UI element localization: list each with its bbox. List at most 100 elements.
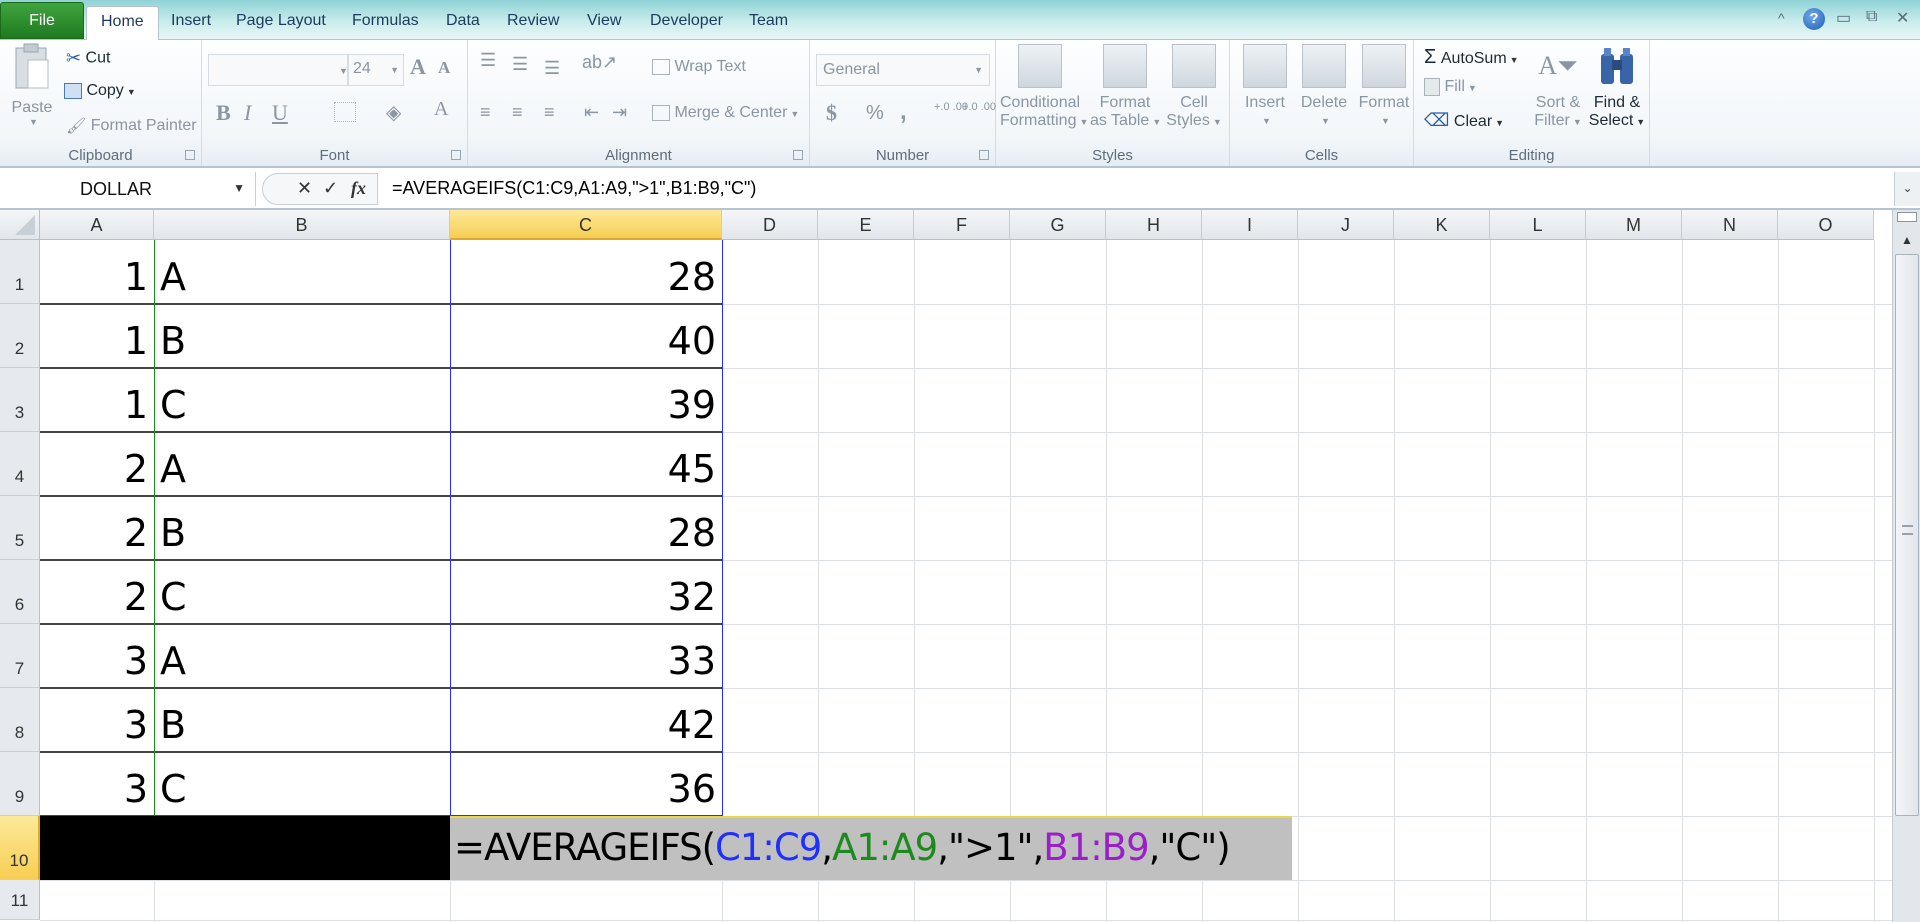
- sort-filter-button[interactable]: A⏷ Sort & Filter ▼: [1530, 44, 1586, 131]
- font-name-input[interactable]: [208, 54, 348, 86]
- delete-cells-button[interactable]: Delete ▼: [1296, 44, 1352, 130]
- scroll-thumb[interactable]: [1895, 254, 1919, 816]
- fill-button[interactable]: Fill ▼: [1424, 78, 1477, 96]
- clipboard-launcher-icon[interactable]: [185, 150, 195, 160]
- underline-button[interactable]: U: [272, 100, 288, 126]
- column-header-j[interactable]: J: [1298, 210, 1394, 240]
- number-format-dropdown[interactable]: General ▼: [816, 54, 990, 86]
- column-header-c[interactable]: C: [450, 210, 722, 240]
- cell-c1[interactable]: 28: [450, 258, 716, 296]
- wrap-text-button[interactable]: Wrap Text: [652, 58, 746, 76]
- worksheet-grid[interactable]: A B C D E F G H I J K L M N O 1 2 3 4 5 6 7 8 9 10 11 1 A 28 1 B 40 1 C 39…: [0, 210, 1892, 922]
- clear-button[interactable]: ⌫ Clear ▼: [1424, 110, 1504, 131]
- restore-window-icon[interactable]: ⧉: [1866, 8, 1877, 26]
- split-box[interactable]: [1897, 212, 1917, 222]
- cell-c6[interactable]: 32: [450, 578, 716, 616]
- row-header-4[interactable]: 4: [0, 432, 40, 496]
- borders-icon[interactable]: [334, 102, 356, 122]
- cell-b5[interactable]: B: [160, 514, 450, 552]
- find-select-button[interactable]: Find & Select ▼: [1588, 44, 1646, 131]
- column-header-n[interactable]: N: [1682, 210, 1778, 240]
- vertical-scrollbar[interactable]: ▲: [1892, 210, 1920, 922]
- cell-c5[interactable]: 28: [450, 514, 716, 552]
- cell-c2[interactable]: 40: [450, 322, 716, 360]
- cell-a7[interactable]: 3: [40, 642, 148, 680]
- italic-button[interactable]: I: [244, 100, 251, 126]
- cell-a9[interactable]: 3: [40, 770, 148, 808]
- name-box-dropdown-icon[interactable]: ▼: [233, 181, 245, 195]
- tab-view[interactable]: View: [587, 6, 621, 40]
- orientation-icon[interactable]: ab↗: [582, 52, 617, 73]
- number-launcher-icon[interactable]: [979, 150, 989, 160]
- tab-home[interactable]: Home: [86, 6, 159, 41]
- grow-font-button[interactable]: A: [410, 54, 426, 80]
- format-cells-button[interactable]: Format ▼: [1356, 44, 1412, 130]
- row-header-6[interactable]: 6: [0, 560, 40, 624]
- comma-style-button[interactable]: ,: [900, 98, 907, 126]
- cell-c7[interactable]: 33: [450, 642, 716, 680]
- font-color-button[interactable]: A: [434, 98, 448, 121]
- column-header-b[interactable]: B: [154, 210, 450, 240]
- cell-a5[interactable]: 2: [40, 514, 148, 552]
- help-icon[interactable]: ?: [1803, 8, 1825, 30]
- decrease-decimal-button[interactable]: +.0 .00: [962, 102, 996, 113]
- font-size-input[interactable]: 24 ▼: [348, 54, 404, 86]
- row-header-10[interactable]: 10: [0, 816, 40, 880]
- formula-input[interactable]: =AVERAGEIFS(C1:C9,A1:A9,">1",B1:B9,"C"): [392, 178, 756, 199]
- align-left-icon[interactable]: ≡: [480, 102, 491, 123]
- scroll-up-icon[interactable]: ▲: [1895, 228, 1919, 252]
- format-painter-button[interactable]: 🖌 Format Painter: [66, 116, 197, 136]
- column-header-f[interactable]: F: [914, 210, 1010, 240]
- enter-icon[interactable]: ✓: [323, 178, 338, 199]
- row-header-2[interactable]: 2: [0, 304, 40, 368]
- column-header-i[interactable]: I: [1202, 210, 1298, 240]
- tab-developer[interactable]: Developer: [650, 6, 723, 40]
- cell-b1[interactable]: A: [160, 258, 450, 296]
- column-header-h[interactable]: H: [1106, 210, 1202, 240]
- align-bottom-icon[interactable]: ☰: [544, 58, 560, 79]
- tab-team[interactable]: Team: [749, 6, 788, 40]
- tab-page-layout[interactable]: Page Layout: [236, 6, 326, 40]
- cell-b6[interactable]: C: [160, 578, 450, 616]
- minimize-ribbon-icon[interactable]: ^: [1778, 10, 1785, 26]
- insert-cells-button[interactable]: Insert ▼: [1240, 44, 1290, 130]
- cell-b7[interactable]: A: [160, 642, 450, 680]
- cell-c8[interactable]: 42: [450, 706, 716, 744]
- column-header-a[interactable]: A: [40, 210, 154, 240]
- cell-a2[interactable]: 1: [40, 322, 148, 360]
- cell-styles-button[interactable]: Cell Styles ▼: [1164, 44, 1224, 131]
- column-header-k[interactable]: K: [1394, 210, 1490, 240]
- align-top-icon[interactable]: ☰: [480, 50, 496, 71]
- cell-b8[interactable]: B: [160, 706, 450, 744]
- column-header-m[interactable]: M: [1586, 210, 1682, 240]
- paste-button[interactable]: Paste ▼: [10, 42, 54, 130]
- merge-center-button[interactable]: Merge & Center ▼: [652, 104, 799, 122]
- font-launcher-icon[interactable]: [451, 150, 461, 160]
- copy-button[interactable]: Copy ▼: [64, 82, 136, 100]
- format-as-table-button[interactable]: Format as Table ▼: [1090, 44, 1161, 131]
- bold-button[interactable]: B: [216, 100, 231, 126]
- insert-function-icon[interactable]: fx: [351, 178, 366, 199]
- cell-c4[interactable]: 45: [450, 450, 716, 488]
- align-right-icon[interactable]: ≡: [544, 102, 555, 123]
- shrink-font-button[interactable]: A: [438, 58, 450, 78]
- tab-data[interactable]: Data: [446, 6, 480, 40]
- align-center-icon[interactable]: ≡: [512, 102, 523, 123]
- cell-a3[interactable]: 1: [40, 386, 148, 424]
- select-all-button[interactable]: [0, 210, 40, 240]
- expand-formula-bar-icon[interactable]: ⌄: [1894, 172, 1920, 206]
- column-header-d[interactable]: D: [722, 210, 818, 240]
- cell-b2[interactable]: B: [160, 322, 450, 360]
- conditional-formatting-button[interactable]: Conditional Formatting ▼: [1000, 44, 1088, 131]
- cell-b3[interactable]: C: [160, 386, 450, 424]
- row-header-3[interactable]: 3: [0, 368, 40, 432]
- currency-button[interactable]: $: [826, 100, 837, 126]
- active-cell-editor-c10[interactable]: =AVERAGEIFS(C1:C9,A1:A9,">1",B1:B9,"C"): [450, 816, 1292, 880]
- filled-cells-a10-b10[interactable]: [40, 816, 450, 880]
- cell-a8[interactable]: 3: [40, 706, 148, 744]
- tab-file[interactable]: File: [0, 2, 84, 39]
- cell-c9[interactable]: 36: [450, 770, 716, 808]
- increase-indent-icon[interactable]: ⇥: [612, 102, 627, 123]
- column-header-l[interactable]: L: [1490, 210, 1586, 240]
- row-header-1[interactable]: 1: [0, 240, 40, 304]
